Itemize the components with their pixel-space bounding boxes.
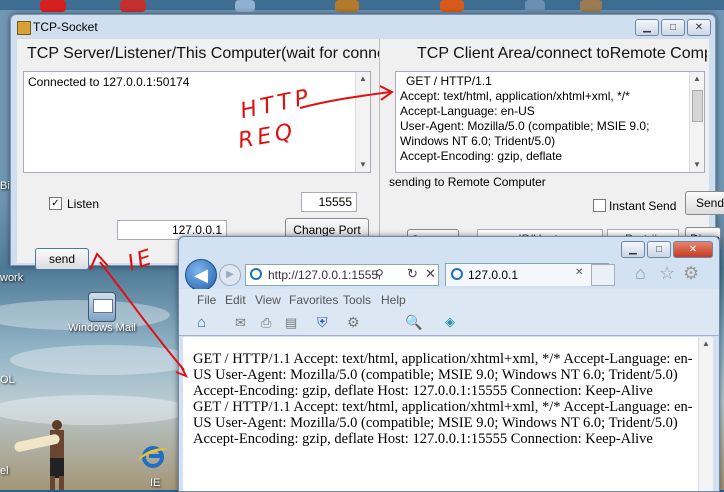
scroll-up-icon[interactable]: ▲ bbox=[699, 337, 713, 351]
windows-mail-label[interactable]: Windows Mail bbox=[68, 322, 136, 334]
tools-gear-icon[interactable]: ⚙ bbox=[683, 263, 699, 284]
scroll-up-icon[interactable]: ▲ bbox=[356, 72, 370, 86]
window-client-area: TCP Server/Listener/This Computer(wait f… bbox=[17, 39, 724, 270]
request-line: Accept-Language: en-US bbox=[400, 104, 535, 118]
content-paragraph: GET / HTTP/1.1 Accept: text/html, applic… bbox=[193, 351, 693, 399]
desktop-edge-label: work bbox=[0, 272, 24, 284]
top-strip bbox=[0, 0, 724, 10]
app-icon bbox=[17, 21, 31, 35]
toolbar-app-icon[interactable] bbox=[525, 0, 545, 12]
wave bbox=[10, 345, 200, 375]
instant-send-checkbox[interactable] bbox=[593, 199, 606, 212]
scroll-down-icon[interactable]: ▼ bbox=[356, 158, 370, 172]
tab-close-icon[interactable]: ✕ bbox=[575, 267, 583, 278]
ie-window: ▁ □ ✕ ◀ ▶ http://127.0.0.1:1555 ⚲ ↻ ✕ 12… bbox=[178, 236, 720, 492]
tab-127-0-0-1[interactable]: 127.0.0.1 bbox=[445, 263, 609, 286]
home-icon[interactable]: ⌂ bbox=[635, 263, 646, 284]
ie-page-icon bbox=[250, 268, 262, 280]
toolbar-app-icon[interactable] bbox=[440, 0, 464, 12]
server-heading: TCP Server/Listener/This Computer(wait f… bbox=[27, 45, 379, 62]
desktop-edge-label: OL bbox=[0, 374, 15, 386]
refresh-icon[interactable]: ↻ bbox=[407, 266, 418, 282]
menu-help[interactable]: Help bbox=[381, 293, 406, 307]
url-text: http://127.0.0.1:1555 bbox=[268, 268, 379, 282]
request-line: Windows NT 6.0; Trident/5.0) bbox=[400, 134, 556, 148]
ie-desktop-label[interactable]: IE bbox=[150, 477, 160, 489]
listen-checkbox[interactable]: ✓ bbox=[49, 197, 62, 210]
favorites-star-icon[interactable]: ☆ bbox=[659, 263, 675, 284]
menu-tools[interactable]: Tools bbox=[343, 293, 371, 307]
ie-desktop-icon[interactable] bbox=[137, 444, 169, 472]
toolbar-app-icon[interactable] bbox=[120, 0, 146, 12]
window-title: TCP-Socket bbox=[33, 20, 98, 34]
request-line: User-Agent: Mozilla/5.0 (compatible; MSI… bbox=[400, 119, 650, 133]
listen-label: Listen bbox=[67, 197, 100, 211]
request-line: Accept-Encoding: gzip, deflate bbox=[400, 149, 563, 163]
command-bar: ⌂ ✉ ⎙ ▤ ⛨ ⚙ 🔍 ◈ bbox=[179, 311, 719, 336]
server-log-text: Connected to 127.0.0.1:50174 bbox=[28, 75, 190, 89]
desktop-edge-label: Bi bbox=[0, 180, 10, 192]
search-icon[interactable]: ⚲ bbox=[375, 267, 384, 281]
server-log-scrollbar[interactable]: ▲ ▼ bbox=[355, 72, 370, 172]
minimize-button[interactable]: ▁ bbox=[621, 241, 645, 258]
zoom-icon[interactable]: 🔍 bbox=[405, 314, 422, 331]
windows-mail-icon[interactable] bbox=[88, 292, 116, 322]
request-textbox[interactable]: GET / HTTP/1.1 Accept: text/html, applic… bbox=[395, 71, 705, 173]
server-log-textbox[interactable]: Connected to 127.0.0.1:50174 ▲ ▼ bbox=[23, 71, 371, 173]
toolbar-app-icon[interactable] bbox=[40, 0, 66, 12]
menu-file[interactable]: File bbox=[197, 293, 216, 307]
toolbar-app-icon[interactable] bbox=[235, 0, 255, 12]
menu-edit[interactable]: Edit bbox=[225, 293, 246, 307]
send-button[interactable]: send bbox=[35, 248, 89, 270]
maximize-button[interactable]: □ bbox=[661, 19, 685, 36]
client-send-button[interactable]: Send bbox=[685, 191, 724, 215]
page-icon[interactable]: ▤ bbox=[285, 315, 297, 331]
toolbar-app-icon[interactable] bbox=[335, 0, 359, 12]
tab-title: 127.0.0.1 bbox=[468, 268, 519, 282]
menu-bar: File Edit View Favorites Tools Help bbox=[179, 289, 719, 311]
tools-cmd-icon[interactable]: ⚙ bbox=[347, 314, 360, 331]
close-button[interactable]: ✕ bbox=[687, 19, 711, 36]
print-icon[interactable]: ⎙ bbox=[261, 315, 271, 331]
page-content: GET / HTTP/1.1 Accept: text/html, applic… bbox=[183, 337, 713, 491]
toolbar-app-icon[interactable] bbox=[580, 0, 602, 12]
maximize-button[interactable]: □ bbox=[647, 241, 671, 258]
instant-send-label: Instant Send bbox=[609, 199, 677, 213]
home-cmd-icon[interactable]: ⌂ bbox=[197, 314, 206, 331]
page-scrollbar[interactable]: ▲ bbox=[698, 337, 713, 491]
menu-favorites[interactable]: Favorites bbox=[289, 293, 338, 307]
minimize-button[interactable]: ▁ bbox=[635, 19, 659, 36]
new-tab-button[interactable] bbox=[591, 264, 615, 286]
request-scrollbar[interactable]: ▲ ▼ bbox=[689, 72, 704, 172]
close-button[interactable]: ✕ bbox=[673, 241, 713, 258]
port-input[interactable]: 15555 bbox=[301, 192, 357, 212]
tcp-socket-window: TCP-Socket ▁ □ ✕ TCP Server/Listener/Thi… bbox=[10, 14, 724, 270]
forward-arrow-icon: ▶ bbox=[226, 269, 234, 280]
server-panel: TCP Server/Listener/This Computer(wait f… bbox=[17, 39, 380, 270]
surfer-figure bbox=[13, 420, 94, 490]
client-status-text: sending to Remote Computer bbox=[389, 175, 546, 189]
back-arrow-icon: ◀ bbox=[194, 265, 208, 285]
scroll-thumb[interactable] bbox=[692, 90, 703, 122]
safety-shield-icon[interactable]: ⛨ bbox=[317, 314, 328, 331]
feeds-icon[interactable]: ✉ bbox=[235, 315, 246, 331]
client-heading: TCP Client Area/connect toRemote Compute… bbox=[417, 45, 707, 62]
request-line: GET / HTTP/1.1 bbox=[406, 74, 492, 88]
client-panel: TCP Client Area/connect toRemote Compute… bbox=[381, 39, 724, 263]
menu-view[interactable]: View bbox=[255, 293, 281, 307]
request-line: Accept: text/html, application/xhtml+xml… bbox=[400, 89, 630, 103]
forward-button[interactable]: ▶ bbox=[219, 264, 241, 286]
back-button[interactable]: ◀ bbox=[185, 259, 217, 291]
content-paragraph: GET / HTTP/1.1 Accept: text/html, applic… bbox=[193, 399, 693, 447]
research-icon[interactable]: ◈ bbox=[445, 314, 455, 330]
scroll-down-icon[interactable]: ▼ bbox=[690, 158, 704, 172]
desktop-edge-label: el bbox=[0, 465, 9, 477]
stop-icon[interactable]: ✕ bbox=[425, 266, 436, 282]
scroll-up-icon[interactable]: ▲ bbox=[690, 72, 704, 86]
tab-ie-icon bbox=[451, 268, 463, 280]
